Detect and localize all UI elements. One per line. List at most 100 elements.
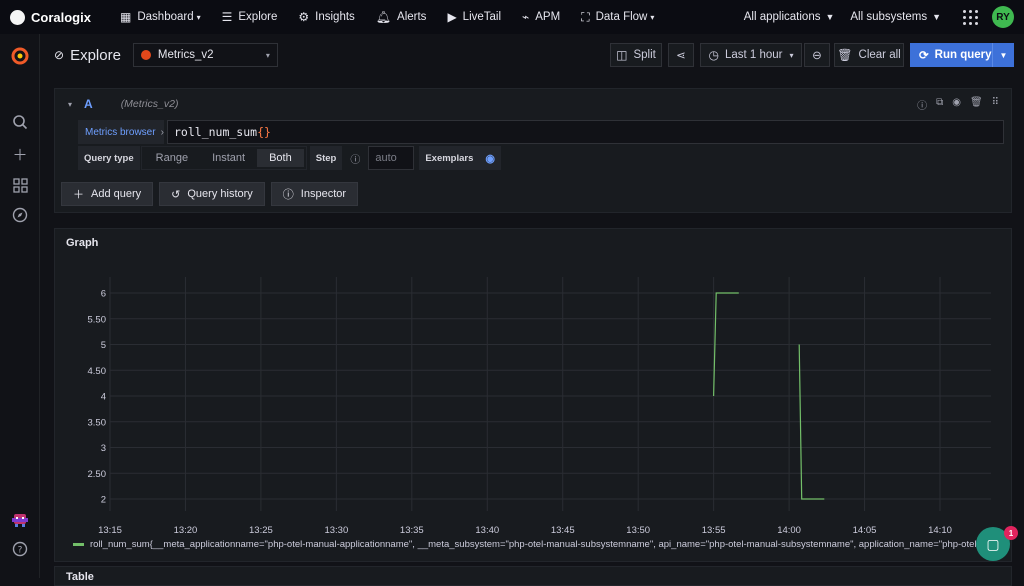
legend-label: roll_num_sum{__meta_applicationname="php… (90, 539, 993, 550)
brand[interactable]: Coralogix (10, 9, 110, 25)
zoom-out-button[interactable]: ⊖ (804, 43, 830, 67)
chevron-down-icon: ▾ (650, 12, 655, 22)
datasource-picker[interactable]: Metrics_v2 ▾ (132, 43, 278, 67)
chat-badge: 1 (1004, 526, 1018, 540)
chevron-down-icon: ▼ (999, 50, 1008, 60)
step-input[interactable]: auto (368, 146, 415, 170)
x-tick-label: 13:55 (702, 525, 726, 536)
trash-icon[interactable]: 🗑︎ (970, 97, 983, 112)
query-options-row: Query type Range Instant Both Step ⓘ aut… (78, 146, 501, 170)
y-tick-label: 5.50 (88, 314, 107, 325)
share-button[interactable]: ⋖ (668, 43, 694, 67)
caret-down-icon: ▼ (932, 12, 941, 22)
grafana-logo-icon[interactable] (10, 46, 30, 66)
drag-handle-icon[interactable]: ⠿ (992, 97, 999, 112)
graph-title: Graph (66, 237, 99, 249)
chevron-right-icon: › (160, 126, 164, 138)
help-icon[interactable]: ⓘ (917, 97, 927, 112)
graph-chart[interactable]: 2 2.50 3 3.50 4 4.50 5 5.50 6 13:15 13:20 13:25 13:3… (55, 269, 1011, 539)
compass-icon[interactable] (10, 205, 30, 225)
dashboard-grid-icon: ▦ (120, 10, 132, 24)
add-query-button[interactable]: ＋ Add query (61, 182, 154, 206)
time-range-picker[interactable]: ◷ Last 1 hour ▾ (700, 43, 802, 67)
x-tick-label: 13:15 (98, 525, 122, 536)
inspector-label: Inspector (300, 188, 347, 200)
metrics-browser-button[interactable]: Metrics browser › (78, 120, 164, 144)
datasource-icon (140, 50, 151, 60)
split-button[interactable]: ◫ Split (610, 43, 662, 67)
x-tick-label: 13:20 (174, 525, 198, 536)
query-type-both[interactable]: Both (257, 149, 304, 167)
caret-down-icon: ▼ (825, 12, 835, 22)
page-header: ⊘ Explore Metrics_v2 ▾ ◫ Split ⋖ ◷ Last 1 … (40, 34, 1024, 76)
nav-item-data-flow[interactable]: ⛶ Data Flow ▾ (581, 10, 654, 25)
brand-name: Coralogix (31, 9, 91, 25)
clock-icon: ◷ (708, 48, 719, 62)
query-expression-input[interactable]: roll_num_sum{} (167, 120, 1004, 144)
query-type-range[interactable]: Range (144, 149, 200, 167)
nav-item-label: Alerts (397, 11, 427, 23)
add-query-label: Add query (91, 188, 142, 200)
nav-item-explore[interactable]: ☰ Explore (222, 10, 278, 24)
subsystems-selector[interactable]: All subsystems ▼ (850, 11, 941, 23)
query-expression-name: roll_num_sum (174, 125, 258, 139)
chevron-down-icon: ▾ (265, 50, 270, 60)
dashboards-icon[interactable] (10, 175, 30, 195)
nav-item-livetail[interactable]: ▶ LiveTail (447, 10, 501, 24)
table-panel: Table (54, 566, 1012, 586)
y-tick-label: 4.50 (88, 366, 107, 377)
plus-icon[interactable]: ＋ (10, 144, 30, 164)
y-tick-label: 5 (101, 340, 106, 351)
x-tick-label: 14:05 (853, 525, 877, 536)
run-query-main[interactable]: ⟳ Run query (910, 43, 992, 67)
eye-icon[interactable]: ◉ (952, 97, 961, 112)
split-icon: ◫ (616, 48, 628, 62)
x-tick-label: 14:10 (928, 525, 952, 536)
page-title-text: Explore (70, 46, 121, 64)
apps-grid-icon[interactable] (963, 9, 978, 25)
search-icon[interactable] (10, 112, 30, 132)
nav-item-alerts[interactable]: 🔔︎ Alerts (376, 10, 427, 24)
run-query-button[interactable]: ⟳ Run query ▼ (910, 43, 1014, 67)
trash-icon: 🗑︎ (837, 48, 853, 62)
metrics-row: Metrics browser › roll_num_sum{} (78, 120, 1008, 144)
duplicate-icon[interactable]: ⧉ (936, 97, 943, 112)
clear-all-button[interactable]: 🗑︎ Clear all (834, 43, 904, 67)
query-expression-braces: {} (257, 125, 271, 139)
nav-item-dashboard[interactable]: ▦ Dashboard ▾ (120, 10, 201, 24)
invader-avatar-icon[interactable] (10, 510, 30, 530)
exemplars-toggle[interactable]: Exemplars ◉ (419, 146, 501, 170)
nav-item-label: LiveTail (462, 11, 502, 23)
svg-text:?: ? (18, 546, 23, 556)
query-type-radio-group: Range Instant Both (140, 146, 307, 170)
avatar[interactable]: RY (992, 6, 1014, 28)
inspector-button[interactable]: ⓘ Inspector (270, 182, 359, 206)
clear-all-label: Clear all (858, 49, 901, 61)
applications-selector[interactable]: All applications ▼ (744, 11, 835, 23)
legend-color-swatch (73, 543, 84, 546)
chevron-down-icon: ▾ (196, 12, 201, 22)
x-tick-label: 13:50 (626, 525, 650, 536)
y-tick-label: 2 (101, 495, 106, 506)
history-icon: ↺ (171, 188, 181, 201)
y-tick-label: 3 (101, 443, 106, 454)
x-tick-label: 13:45 (551, 525, 575, 536)
zoom-out-icon: ⊖ (812, 50, 822, 62)
top-navigation: Coralogix ▦ Dashboard ▾ ☰ Explore ⚙ Insi… (0, 0, 1024, 34)
graph-panel: Graph 2 2.50 3 3.50 4 4.50 5 5.50 6 13:15 13:20 13:… (54, 228, 1012, 562)
step-label: Step (309, 146, 343, 170)
run-query-dropdown[interactable]: ▼ (992, 43, 1014, 67)
graph-legend[interactable]: roll_num_sum{__meta_applicationname="php… (73, 539, 993, 550)
nav-item-apm[interactable]: ⌁ APM (522, 10, 560, 24)
query-history-label: Query history (187, 188, 253, 200)
query-buttons: ＋ Add query ↺ Query history ⓘ Inspector (61, 182, 359, 206)
query-type-instant[interactable]: Instant (200, 149, 257, 167)
help-icon[interactable]: ? (10, 539, 30, 559)
query-history-button[interactable]: ↺ Query history (159, 182, 265, 206)
info-icon[interactable]: ⓘ (342, 146, 368, 170)
query-ref-id[interactable]: A (84, 97, 93, 111)
data-flow-icon: ⛶ (581, 9, 590, 24)
x-tick-label: 13:40 (475, 525, 499, 536)
nav-item-insights[interactable]: ⚙ Insights (298, 10, 354, 24)
collapse-chevron-icon[interactable]: ▾ (68, 100, 72, 109)
